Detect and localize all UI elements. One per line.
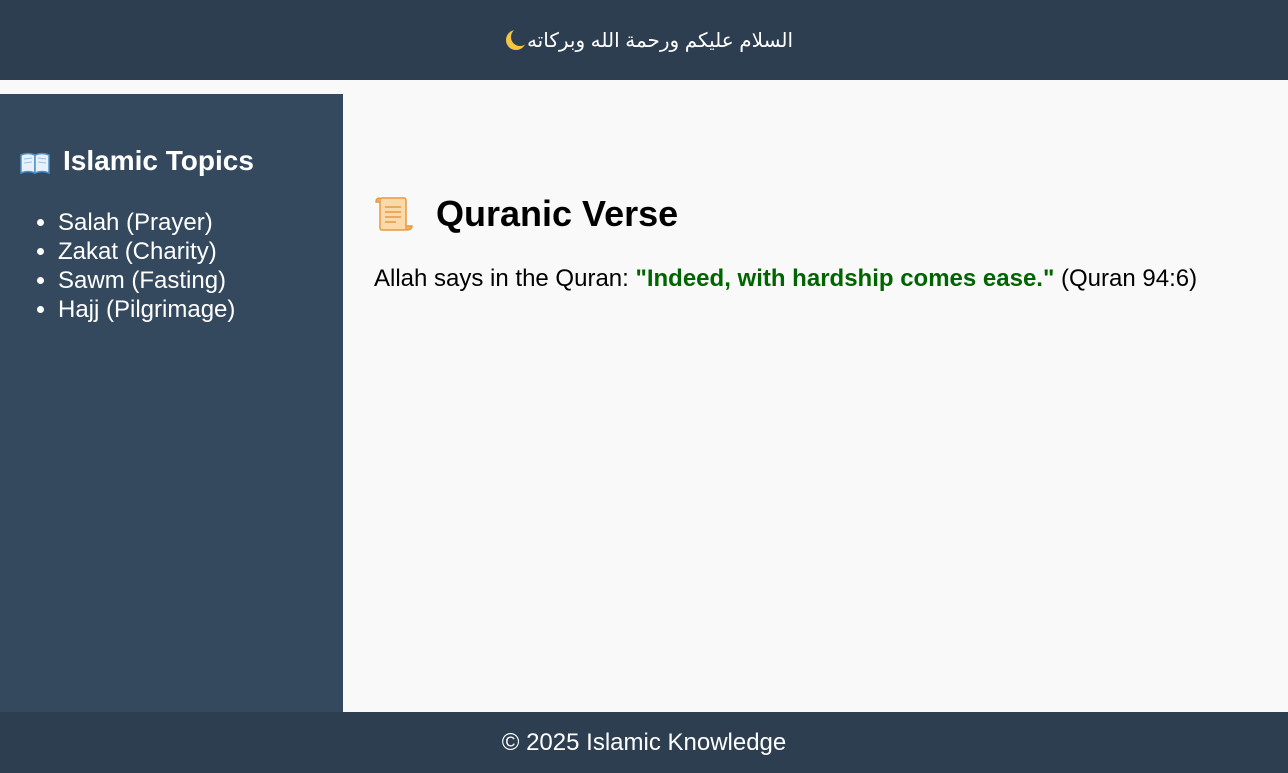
sidebar: Islamic Topics Salah (Prayer) Zakat (Cha…: [0, 94, 343, 712]
header-bar: السلام عليكم ورحمة الله وبركاته: [0, 0, 1288, 80]
open-book-icon: [20, 149, 50, 175]
sidebar-title: Islamic Topics: [63, 145, 254, 176]
greeting-text: السلام عليكم ورحمة الله وبركاته: [526, 29, 794, 52]
main-content: Quranic Verse Allah says in the Quran: "…: [343, 80, 1288, 712]
page-title-text: Quranic Verse: [436, 193, 679, 234]
page-title: Quranic Verse: [374, 192, 1258, 236]
verse-reference: (Quran 94:6): [1054, 265, 1198, 292]
sidebar-item-hajj[interactable]: Hajj (Pilgrimage): [58, 295, 323, 324]
verse-paragraph: Allah says in the Quran: "Indeed, with h…: [374, 264, 1258, 294]
topics-list: Salah (Prayer) Zakat (Charity) Sawm (Fas…: [20, 208, 323, 324]
sidebar-item-sawm[interactable]: Sawm (Fasting): [58, 266, 323, 295]
sidebar-heading: Islamic Topics: [20, 144, 323, 178]
crescent-moon-icon: [505, 28, 529, 51]
footer-bar: © 2025 Islamic Knowledge: [0, 712, 1288, 773]
sidebar-item-salah[interactable]: Salah (Prayer): [58, 208, 323, 237]
scroll-icon: [374, 194, 414, 234]
sidebar-item-zakat[interactable]: Zakat (Charity): [58, 237, 323, 266]
verse-quote: "Indeed, with hardship comes ease.": [635, 265, 1055, 292]
footer-text: © 2025 Islamic Knowledge: [501, 728, 787, 756]
verse-intro: Allah says in the Quran:: [374, 265, 636, 292]
